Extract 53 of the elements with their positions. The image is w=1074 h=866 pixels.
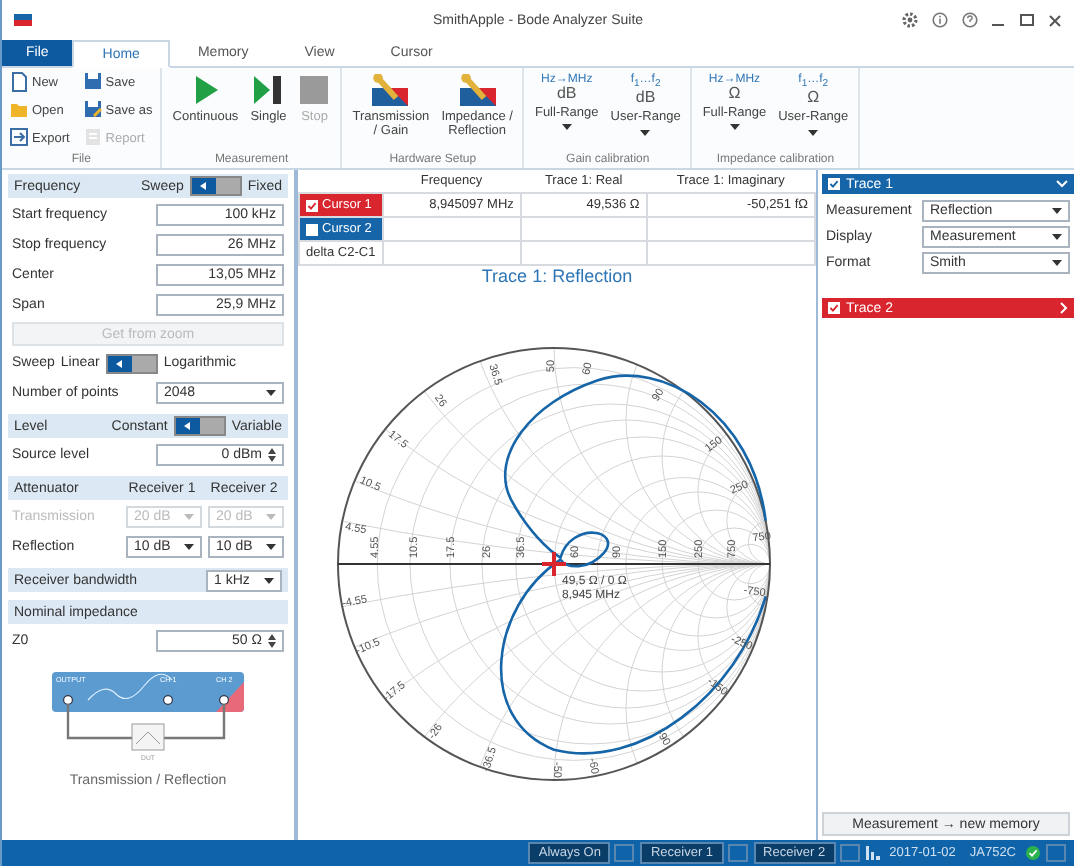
arrow-left-icon	[200, 182, 207, 190]
wrench-block-icon	[372, 74, 409, 106]
caret-icon	[264, 577, 274, 583]
chevron-down-icon	[1056, 180, 1068, 188]
caret-icon	[561, 124, 572, 131]
export-icon	[10, 128, 28, 148]
caret-icon	[640, 129, 651, 136]
caret-icon	[266, 514, 276, 520]
toggle-switch[interactable]	[105, 353, 158, 373]
report-icon	[83, 128, 102, 148]
caret-icon	[808, 129, 819, 136]
checkbox[interactable]	[306, 199, 318, 211]
caret-icon	[1052, 234, 1062, 240]
unit-label: dB	[635, 90, 656, 107]
caret-icon	[1052, 208, 1062, 214]
toggle-switch[interactable]	[173, 416, 226, 436]
caret-icon	[184, 544, 194, 550]
cursor-marker	[540, 550, 568, 578]
indicator-light	[614, 844, 635, 862]
checkbox[interactable]	[828, 302, 840, 314]
toggle-switch[interactable]	[189, 176, 242, 196]
info-icon[interactable]	[932, 12, 948, 28]
indicator-light	[727, 844, 748, 862]
wrench-block-icon	[459, 74, 496, 106]
check-icon	[1026, 846, 1040, 860]
gear-icon[interactable]	[902, 12, 918, 28]
indicator-light	[1046, 844, 1066, 862]
chart-title: Trace 1: Reflection	[479, 266, 635, 286]
caret-icon	[729, 124, 740, 131]
play-pause-icon	[252, 74, 285, 106]
spinner-arrows-icon	[268, 634, 276, 648]
close-icon[interactable]	[1048, 13, 1062, 27]
caret-icon	[266, 390, 276, 396]
app-icon	[14, 14, 32, 26]
help-icon[interactable]	[962, 12, 978, 28]
arrow-left-icon	[116, 359, 123, 367]
chevron-right-icon	[1060, 302, 1068, 314]
maximize-icon[interactable]	[1020, 13, 1034, 27]
unit-label: Ω	[728, 86, 741, 102]
bar-chart-icon	[865, 846, 880, 860]
unit-label: Ω	[807, 90, 820, 107]
caret-icon	[184, 514, 194, 520]
indicator-light	[839, 844, 860, 862]
arrow-left-icon	[184, 422, 191, 430]
folder-icon	[10, 100, 28, 120]
floppy-pencil-icon	[83, 100, 102, 120]
unit-label: dB	[556, 86, 577, 102]
checkbox[interactable]	[828, 178, 840, 190]
stop-icon	[298, 74, 331, 106]
dut-drawing	[131, 723, 165, 751]
spinner-arrows-icon	[268, 448, 276, 462]
caret-icon	[266, 544, 276, 550]
caret-icon	[1052, 260, 1062, 266]
